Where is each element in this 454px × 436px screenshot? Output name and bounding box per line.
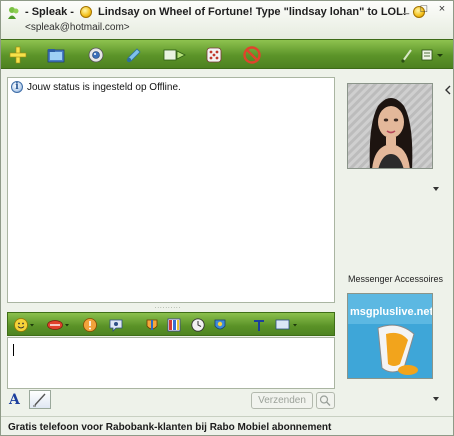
paint-icon xyxy=(214,319,226,330)
webcam-icon xyxy=(88,47,104,63)
smiley-icon xyxy=(79,6,92,19)
font-style-button[interactable]: A xyxy=(9,392,25,408)
send-button[interactable]: Verzenden xyxy=(251,392,313,409)
ad-text[interactable]: Gratis telefoon voor Rabobank-klanten bi… xyxy=(8,422,331,433)
maximize-button[interactable]: □ xyxy=(419,3,429,15)
avatar-image xyxy=(348,84,432,168)
ad-banner[interactable]: Gratis telefoon voor Rabobank-klanten bi… xyxy=(1,416,453,435)
block-button[interactable] xyxy=(241,44,263,66)
voice-clip-button[interactable] xyxy=(46,316,72,334)
contact-display-picture[interactable] xyxy=(347,83,433,169)
send-files-button[interactable] xyxy=(45,44,67,66)
screen-icon xyxy=(275,319,297,330)
menu-icon xyxy=(421,49,443,61)
contact-email: <spleak@hotmail.com> xyxy=(25,22,130,33)
accessories-dropdown-arrow[interactable] xyxy=(433,397,439,401)
format-toolbar xyxy=(7,312,335,336)
avatar-dropdown-arrow[interactable] xyxy=(433,187,439,191)
history-button[interactable] xyxy=(190,316,206,334)
minimize-button[interactable]: _ xyxy=(401,3,411,15)
contact-name: - Spleak - xyxy=(25,6,74,19)
conversation-history[interactable]: i Jouw status is ingesteld op Offline. xyxy=(7,77,335,303)
add-contact-icon xyxy=(9,46,27,64)
search-icon xyxy=(319,395,331,406)
messenger-window: - Spleak - Lindsay on Wheel of Fortune! … xyxy=(0,0,454,436)
text-icon xyxy=(254,320,264,331)
activities-button[interactable] xyxy=(161,44,189,66)
personal-message: Lindsay on Wheel of Fortune! Type "linds… xyxy=(98,6,407,19)
search-button[interactable] xyxy=(316,392,335,409)
close-button[interactable]: × xyxy=(437,3,447,15)
collapse-sidebar-button[interactable] xyxy=(443,79,453,101)
text-caret xyxy=(13,344,14,356)
headset-icon xyxy=(126,48,141,63)
input-bottom-row: A Verzenden xyxy=(7,390,335,410)
nudge-icon xyxy=(83,318,97,332)
handwriting-button[interactable] xyxy=(29,390,51,409)
accessories-banner[interactable]: msgpluslive.net xyxy=(347,293,433,379)
menu-button[interactable] xyxy=(419,44,447,66)
main-toolbar xyxy=(1,39,453,69)
media-button[interactable] xyxy=(166,316,182,334)
brush-icon xyxy=(401,49,412,63)
status-message: Jouw status is ingesteld op Offline. xyxy=(27,81,181,93)
splitter-handle[interactable]: .......... xyxy=(153,304,183,310)
wink-icon xyxy=(109,319,123,332)
smiley-icon xyxy=(14,318,34,332)
background-button[interactable] xyxy=(144,316,160,334)
title-bar: - Spleak - Lindsay on Wheel of Fortune! … xyxy=(1,1,453,39)
wink-button[interactable] xyxy=(108,316,124,334)
invite-contact-button[interactable] xyxy=(7,44,29,66)
message-input[interactable] xyxy=(7,337,335,389)
activities-icon xyxy=(163,49,186,61)
font-button[interactable] xyxy=(252,316,266,334)
lips-icon xyxy=(47,320,69,330)
nudge-button[interactable] xyxy=(82,316,98,334)
clock-icon xyxy=(191,318,205,332)
chevron-left-icon xyxy=(445,85,451,95)
info-icon: i xyxy=(11,81,23,93)
dice-icon xyxy=(206,47,222,63)
window-title: - Spleak - Lindsay on Wheel of Fortune! … xyxy=(25,6,428,19)
messenger-buddy-icon xyxy=(8,7,19,19)
film-folder-icon xyxy=(47,49,65,63)
emoticon-button[interactable] xyxy=(13,316,37,334)
background-image-button[interactable] xyxy=(212,316,228,334)
block-icon xyxy=(243,46,261,64)
games-button[interactable] xyxy=(203,44,225,66)
grid-icon xyxy=(167,318,181,332)
accessories-banner-text: msgpluslive.net xyxy=(350,306,433,318)
shield-icon xyxy=(146,319,158,330)
pen-icon xyxy=(33,393,46,407)
more-options-button[interactable] xyxy=(274,316,300,334)
status-notice: i Jouw status is ingesteld op Offline. xyxy=(11,81,181,93)
window-controls: _ □ × xyxy=(401,3,447,15)
paint-tool-button[interactable] xyxy=(399,44,415,66)
accessories-label: Messenger Accessoires xyxy=(348,274,444,284)
audio-button[interactable] xyxy=(123,44,145,66)
webcam-button[interactable] xyxy=(85,44,107,66)
